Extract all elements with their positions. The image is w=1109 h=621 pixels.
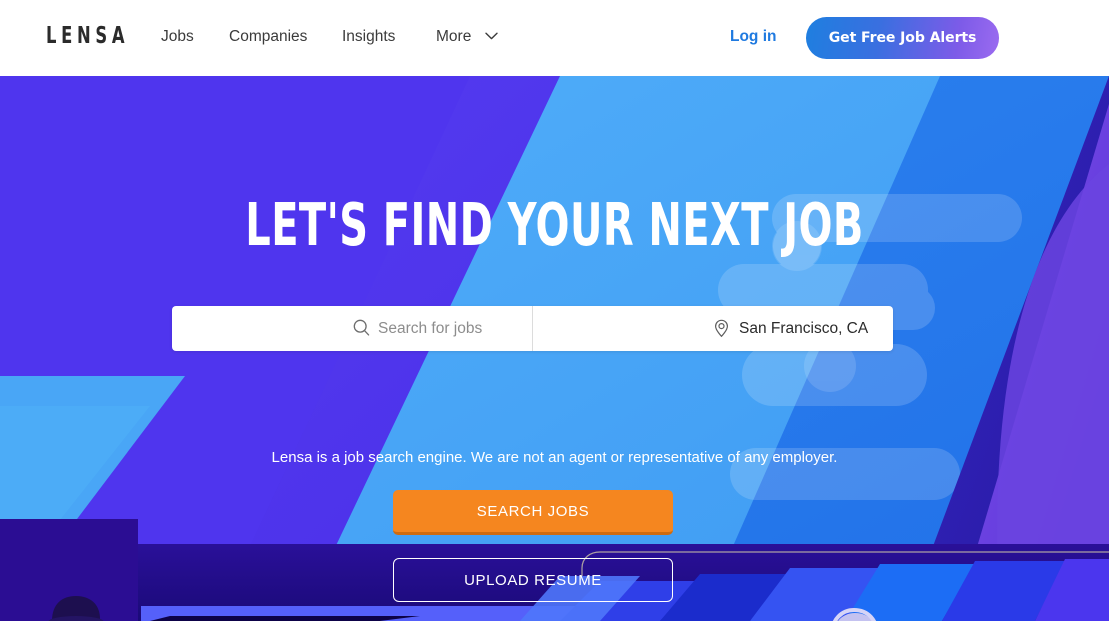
upload-resume-button[interactable]: UPLOAD RESUME [393,558,673,602]
nav-item-more[interactable]: More [436,27,471,47]
hero-banner: LET'S FIND YOUR NEXT JOB Lensa is a job … [0,76,1109,621]
lensa-logo[interactable]: LENSA [46,23,129,48]
location-pin-icon [714,319,729,338]
hero-title-text: LET'S FIND YOUR NEXT JOB [245,190,864,260]
search-input[interactable] [378,306,518,351]
job-search-bar [172,306,1039,351]
nav-item-insights[interactable]: Insights [342,27,395,47]
disclaimer-text: Lensa is a job search engine. We are not… [271,449,838,466]
hero-title: LET'S FIND YOUR NEXT JOB [0,196,1109,255]
search-jobs-button[interactable]: SEARCH JOBS [393,490,673,535]
location-input[interactable] [739,306,1039,351]
lensa-homepage: LENSA Jobs Companies Insights More Log i… [0,0,1109,621]
chevron-down-icon[interactable] [485,32,498,40]
get-free-job-alerts-button[interactable]: Get Free Job Alerts [806,17,1000,59]
site-header: LENSA Jobs Companies Insights More Log i… [0,0,1109,76]
search-icon [353,319,370,336]
nav-item-companies[interactable]: Companies [229,27,307,47]
login-link[interactable]: Log in [730,28,777,46]
nav-item-jobs[interactable]: Jobs [161,27,194,47]
